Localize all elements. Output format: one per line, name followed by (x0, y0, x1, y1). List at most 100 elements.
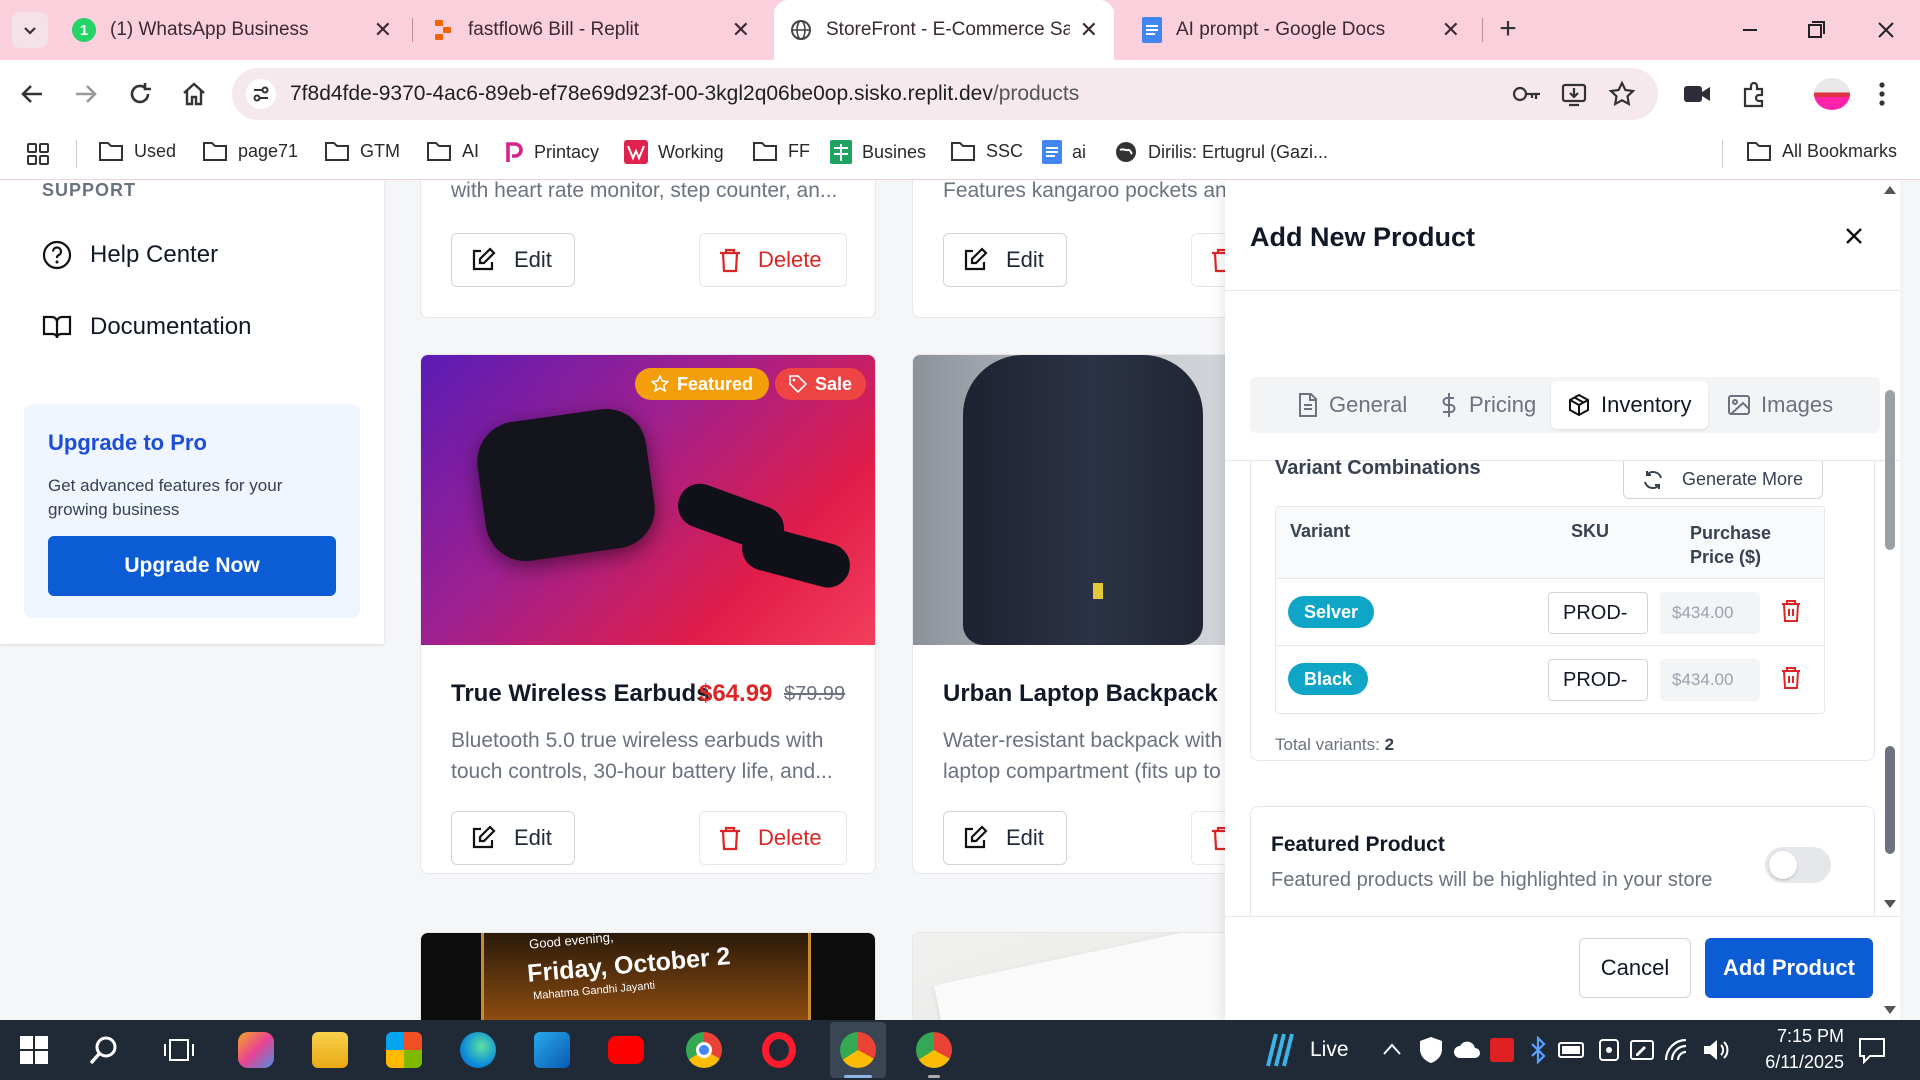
tab-images[interactable]: Images (1727, 377, 1833, 433)
trash-icon[interactable] (1780, 599, 1802, 623)
back-arrow-icon[interactable] (18, 80, 46, 108)
onedrive-cloud-icon[interactable] (1452, 1040, 1482, 1060)
minimize-icon (1743, 29, 1757, 31)
scroll-up-icon[interactable] (1884, 186, 1896, 194)
sidebar-item-documentation[interactable]: Documentation (42, 312, 251, 342)
search-icon[interactable] (88, 1034, 120, 1066)
close-icon[interactable] (1842, 224, 1866, 248)
close-icon[interactable]: ✕ (1442, 17, 1460, 43)
apps-grid-icon[interactable] (26, 142, 50, 166)
product-card: Featured Sale True Wireless Earbuds $64.… (420, 354, 876, 874)
featured-toggle[interactable] (1765, 847, 1831, 883)
tab-pricing[interactable]: Pricing (1439, 377, 1536, 433)
purchase-price-input[interactable]: $434.00 (1660, 659, 1760, 701)
copilot-icon[interactable] (238, 1032, 274, 1068)
scroll-down-icon[interactable] (1884, 900, 1896, 908)
upgrade-now-button[interactable]: Upgrade Now (48, 536, 336, 596)
device-icon[interactable] (1598, 1038, 1620, 1062)
sku-input[interactable]: PROD- (1548, 659, 1648, 701)
battery-icon[interactable] (1558, 1040, 1588, 1060)
notifications-icon[interactable] (1858, 1036, 1886, 1064)
bookmark-dirilis[interactable]: Dirilis: Ertugrul (Gazi... (1114, 140, 1328, 164)
cancel-button[interactable]: Cancel (1579, 938, 1691, 998)
edit-screen-icon[interactable] (1630, 1038, 1654, 1062)
generate-more-button[interactable]: Generate More (1623, 461, 1823, 499)
reload-icon[interactable] (126, 80, 154, 108)
bookmark-printacy[interactable]: Printacy (504, 140, 599, 164)
bookmark-page71[interactable]: page71 (202, 140, 298, 162)
tab-general[interactable]: General (1297, 377, 1407, 433)
profile-avatar[interactable] (1814, 78, 1850, 110)
close-icon[interactable]: ✕ (1080, 17, 1098, 43)
wifi-icon[interactable] (1664, 1038, 1692, 1062)
browser-tab-whatsapp[interactable]: 1 (1) WhatsApp Business ✕ (56, 0, 408, 60)
minimize-button[interactable] (1730, 14, 1770, 46)
tab-title: fastflow6 Bill - Replit (468, 19, 640, 40)
bookmark-ssc[interactable]: SSC (950, 140, 1023, 162)
file-explorer-icon[interactable] (312, 1032, 348, 1068)
close-icon[interactable]: ✕ (732, 17, 750, 43)
weather-icon[interactable] (1262, 1032, 1296, 1068)
chevron-up-icon[interactable] (1382, 1042, 1402, 1056)
edit-button[interactable]: Edit (943, 233, 1067, 287)
screen-record-icon[interactable] (1682, 80, 1712, 108)
site-info-icon[interactable] (246, 79, 276, 109)
tab-inventory[interactable]: Inventory (1551, 381, 1708, 429)
bookmark-ai[interactable]: AI (426, 140, 479, 162)
weather-label[interactable]: Live (1310, 1038, 1349, 1062)
sidebar-item-help-center[interactable]: Help Center (42, 240, 218, 270)
close-icon[interactable]: ✕ (374, 17, 392, 43)
tab-search-button[interactable] (12, 12, 48, 48)
edit-button[interactable]: Edit (451, 233, 575, 287)
clock-date[interactable]: 6/11/2025 (1734, 1052, 1844, 1073)
sku-input[interactable]: PROD- (1548, 592, 1648, 634)
opera-icon[interactable] (762, 1032, 796, 1068)
scroll-down-icon[interactable] (1884, 1006, 1896, 1014)
browser-tab-replit[interactable]: fastflow6 Bill - Replit ✕ (416, 0, 766, 60)
close-window-button[interactable] (1866, 14, 1906, 46)
browser-tab-google-docs[interactable]: AI prompt - Google Docs ✕ (1126, 0, 1476, 60)
security-shield-icon[interactable] (1418, 1036, 1444, 1064)
clock-time[interactable]: 7:15 PM (1744, 1026, 1844, 1047)
more-menu-icon[interactable] (1876, 80, 1888, 108)
bookmark-ai-docs[interactable]: ai (1042, 140, 1086, 164)
bookmark-working[interactable]: Working (624, 140, 724, 164)
drawer-scrollbar[interactable] (1880, 180, 1900, 1020)
add-product-drawer: Add New Product General Pricing Inventor… (1225, 180, 1900, 1020)
volume-icon[interactable] (1702, 1038, 1730, 1062)
windows-start-icon[interactable] (20, 1036, 48, 1064)
bookmark-busines[interactable]: Busines (830, 140, 926, 164)
extensions-puzzle-icon[interactable] (1740, 80, 1768, 108)
edit-button[interactable]: Edit (943, 811, 1067, 865)
bluetooth-icon[interactable] (1528, 1036, 1548, 1064)
outlook-icon[interactable] (534, 1032, 570, 1068)
purchase-price-input[interactable]: $434.00 (1660, 592, 1760, 634)
chrome-profile-1-button[interactable] (830, 1022, 886, 1078)
add-product-button[interactable]: Add Product (1705, 938, 1873, 998)
bookmark-all-bookmarks[interactable]: All Bookmarks (1746, 140, 1897, 162)
password-key-icon[interactable] (1512, 82, 1542, 106)
task-view-icon[interactable] (164, 1036, 194, 1064)
bookmark-gtm[interactable]: GTM (324, 140, 400, 162)
trash-icon[interactable] (1780, 666, 1802, 690)
edit-button[interactable]: Edit (451, 811, 575, 865)
home-icon[interactable] (180, 80, 208, 108)
acrobat-icon[interactable] (1490, 1038, 1514, 1062)
folder-icon (99, 142, 123, 161)
restore-button[interactable] (1796, 14, 1836, 46)
delete-button[interactable]: Delete (699, 233, 847, 287)
bookmark-used[interactable]: Used (98, 140, 176, 162)
chrome-profile-2-button[interactable] (906, 1022, 962, 1078)
browser-tab-storefront[interactable]: StoreFront - E-Commerce SaaS ✕ (774, 0, 1114, 60)
new-tab-button[interactable]: + (1490, 12, 1526, 48)
forward-arrow-icon[interactable] (72, 80, 100, 108)
youtube-icon[interactable] (608, 1036, 644, 1064)
microsoft-store-icon[interactable] (386, 1032, 422, 1068)
address-bar[interactable]: 7f8d4fde-9370-4ac6-89eb-ef78e69d923f-00-… (232, 68, 1658, 120)
star-bookmark-icon[interactable] (1608, 80, 1636, 108)
bookmark-ff[interactable]: FF (752, 140, 810, 162)
install-app-icon[interactable] (1560, 80, 1588, 108)
edge-icon[interactable] (460, 1032, 496, 1068)
delete-button[interactable]: Delete (699, 811, 847, 865)
chrome-icon[interactable] (686, 1032, 722, 1068)
